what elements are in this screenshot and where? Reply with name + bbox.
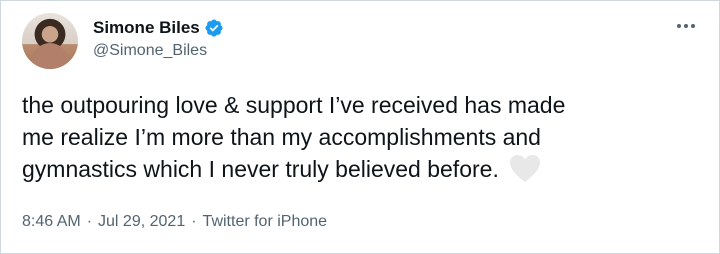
tweet-text-line-last: gymnastics which I never truly believed … <box>22 153 702 185</box>
tweet-time[interactable]: 8:46 AM <box>22 213 81 231</box>
avatar-figure <box>32 43 68 69</box>
tweet-text-line: me realize I’m more than my accomplishme… <box>22 124 541 150</box>
tweet-source[interactable]: Twitter for iPhone <box>203 213 328 231</box>
white-heart-icon <box>509 154 541 184</box>
tweet-text-line: gymnastics which I never truly believed … <box>22 156 499 182</box>
tweet-date[interactable]: Jul 29, 2021 <box>98 213 185 231</box>
tweet-meta: 8:46 AM · Jul 29, 2021 · Twitter for iPh… <box>22 213 327 231</box>
tweet-text-line: the outpouring love & support I’ve recei… <box>22 92 566 118</box>
name-row: Simone Biles <box>93 17 224 39</box>
tweet-text: the outpouring love & support I’ve recei… <box>22 89 702 185</box>
meta-separator: · <box>86 213 93 230</box>
user-handle[interactable]: @Simone_Biles <box>93 42 224 60</box>
meta-separator: · <box>191 213 197 230</box>
tweet-card: Simone Biles @Simone_Biles the outpourin… <box>0 0 720 254</box>
display-name[interactable]: Simone Biles <box>93 18 200 38</box>
more-options-icon[interactable] <box>675 20 697 32</box>
tweet-author: Simone Biles @Simone_Biles <box>93 17 224 60</box>
verified-badge-icon <box>204 18 224 38</box>
avatar[interactable] <box>22 13 78 69</box>
